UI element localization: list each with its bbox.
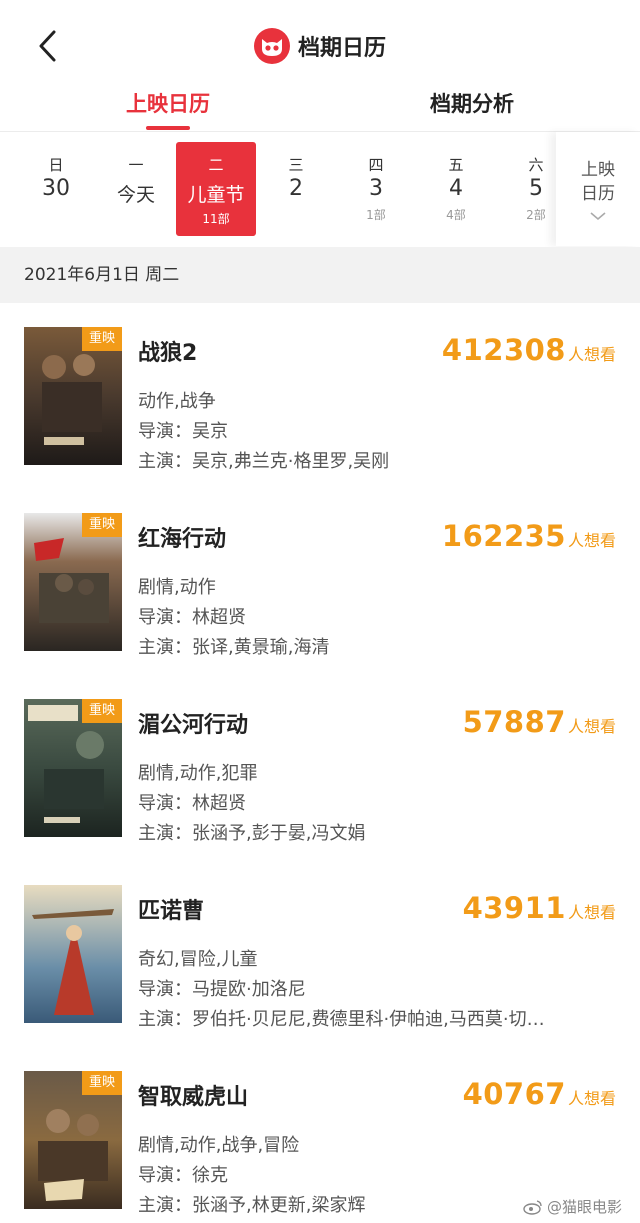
want-label: 人想看 bbox=[567, 531, 616, 550]
movie-director: 导演：吴京 bbox=[138, 421, 228, 442]
weibo-icon bbox=[523, 1199, 542, 1215]
movie-director: 导演：林超贤 bbox=[138, 793, 246, 814]
section-date-header: 2021年6月1日 周二 bbox=[0, 247, 640, 303]
rerelease-badge: 重映 bbox=[82, 699, 122, 723]
day-item-selected[interactable]: 二 儿童节 11部 bbox=[176, 142, 256, 236]
movie-genre: 动作,战争 bbox=[138, 391, 216, 412]
day-item[interactable]: 三 2 bbox=[256, 142, 336, 236]
top-bar: 档期日历 bbox=[0, 0, 640, 88]
day-item[interactable]: 五 4 4部 bbox=[416, 142, 496, 236]
movie-title: 湄公河行动 bbox=[138, 713, 249, 738]
rerelease-badge: 重映 bbox=[82, 513, 122, 537]
watermark: @猫眼电影 bbox=[523, 1196, 622, 1217]
day-item[interactable]: 日 30 bbox=[16, 142, 96, 236]
day-count bbox=[16, 206, 96, 222]
title-group: 档期日历 bbox=[0, 24, 640, 68]
want-label: 人想看 bbox=[567, 1089, 616, 1108]
movie-director: 导演：马提欧·加洛尼 bbox=[138, 979, 306, 1000]
day-count bbox=[256, 206, 336, 222]
date-strip: 日 30 一 今天 二 儿童节 11部 三 2 四 3 1部 五 4 4部 六 … bbox=[0, 132, 640, 246]
want-to-see: 40767 人想看 bbox=[463, 1077, 616, 1111]
movie-director: 导演：林超贤 bbox=[138, 607, 246, 628]
day-weekday: 二 bbox=[208, 156, 224, 174]
want-to-see: 57887 人想看 bbox=[463, 705, 616, 739]
calendar-button-label-2: 日历 bbox=[581, 184, 615, 204]
day-count: 4部 bbox=[446, 208, 466, 222]
movie-item[interactable]: 重映 红海行动 162235 人想看 剧情,动作 导演：林超贤 主演：张译,黄景… bbox=[0, 489, 640, 675]
movie-item[interactable]: 重映 湄公河行动 57887 人想看 剧情,动作,犯罪 导演：林超贤 主演：张涵… bbox=[0, 675, 640, 861]
want-to-see: 162235 人想看 bbox=[442, 519, 616, 553]
want-to-see: 43911 人想看 bbox=[463, 891, 616, 925]
movie-cast: 主演：张涵予,林更新,梁家辉 bbox=[138, 1195, 366, 1216]
tab-schedule-analysis[interactable]: 档期分析 bbox=[372, 88, 572, 132]
movie-cast: 主演：张译,黄景瑜,海清 bbox=[138, 637, 330, 658]
movie-poster[interactable]: 重映 bbox=[24, 1071, 122, 1209]
page-title: 档期日历 bbox=[297, 36, 386, 61]
movie-cast: 主演：罗伯托·贝尼尼,费德里科·伊帕迪,马西莫·切… bbox=[138, 1009, 545, 1030]
day-date: 30 bbox=[42, 176, 70, 201]
day-weekday: 一 bbox=[128, 156, 144, 174]
day-date: 儿童节 bbox=[187, 184, 245, 206]
day-date: 3 bbox=[369, 176, 383, 201]
want-label: 人想看 bbox=[567, 345, 616, 364]
movie-poster[interactable]: 重映 bbox=[24, 327, 122, 465]
day-item[interactable]: 一 今天 bbox=[96, 142, 176, 236]
calendar-button-label-1: 上映 bbox=[581, 160, 615, 180]
day-count: 11部 bbox=[202, 212, 230, 226]
day-weekday: 五 bbox=[448, 156, 464, 174]
movie-poster[interactable] bbox=[24, 885, 122, 1023]
day-date: 今天 bbox=[116, 184, 155, 206]
rerelease-badge: 重映 bbox=[82, 1071, 122, 1095]
want-count: 162235 bbox=[441, 519, 566, 553]
movie-title: 战狼2 bbox=[138, 341, 198, 366]
movie-genre: 剧情,动作,犯罪 bbox=[138, 763, 258, 784]
movie-title: 智取威虎山 bbox=[138, 1085, 249, 1110]
day-item[interactable]: 四 3 1部 bbox=[336, 142, 416, 236]
cat-logo-icon bbox=[253, 28, 290, 64]
want-label: 人想看 bbox=[567, 717, 616, 736]
movie-item[interactable]: 重映 战狼2 412308 人想看 动作,战争 导演：吴京 主演：吴京,弗兰克·… bbox=[0, 303, 640, 489]
want-to-see: 412308 人想看 bbox=[442, 333, 616, 367]
movie-cast: 主演：张涵予,彭于晏,冯文娟 bbox=[138, 823, 366, 844]
watermark-text: @猫眼电影 bbox=[546, 1198, 622, 1216]
calendar-expand-button[interactable]: 上映 日历 bbox=[556, 132, 640, 246]
movie-genre: 剧情,动作 bbox=[138, 577, 216, 598]
movie-title: 红海行动 bbox=[138, 527, 227, 552]
active-tab-indicator bbox=[146, 126, 190, 130]
chevron-down-icon bbox=[590, 212, 606, 221]
movie-title: 匹诺曹 bbox=[138, 899, 205, 924]
day-date: 2 bbox=[289, 176, 303, 201]
day-weekday: 三 bbox=[288, 156, 304, 174]
movie-item[interactable]: 匹诺曹 43911 人想看 奇幻,冒险,儿童 导演：马提欧·加洛尼 主演：罗伯托… bbox=[0, 861, 640, 1047]
movie-genre: 奇幻,冒险,儿童 bbox=[138, 949, 258, 970]
day-weekday: 日 bbox=[48, 156, 64, 174]
want-count: 57887 bbox=[462, 705, 566, 739]
tab-bar: 上映日历 档期分析 bbox=[0, 88, 640, 132]
day-weekday: 四 bbox=[368, 156, 384, 174]
want-count: 43911 bbox=[462, 891, 566, 925]
day-date: 4 bbox=[449, 176, 463, 201]
want-label: 人想看 bbox=[567, 903, 616, 922]
rerelease-badge: 重映 bbox=[82, 327, 122, 351]
day-count: 1部 bbox=[366, 208, 386, 222]
movie-poster[interactable]: 重映 bbox=[24, 513, 122, 651]
want-count: 40767 bbox=[462, 1077, 566, 1111]
movie-genre: 剧情,动作,战争,冒险 bbox=[138, 1135, 300, 1156]
day-count bbox=[96, 210, 176, 226]
want-count: 412308 bbox=[441, 333, 566, 367]
movie-cast: 主演：吴京,弗兰克·格里罗,吴刚 bbox=[138, 451, 390, 472]
movie-director: 导演：徐克 bbox=[138, 1165, 228, 1186]
movie-poster[interactable]: 重映 bbox=[24, 699, 122, 837]
